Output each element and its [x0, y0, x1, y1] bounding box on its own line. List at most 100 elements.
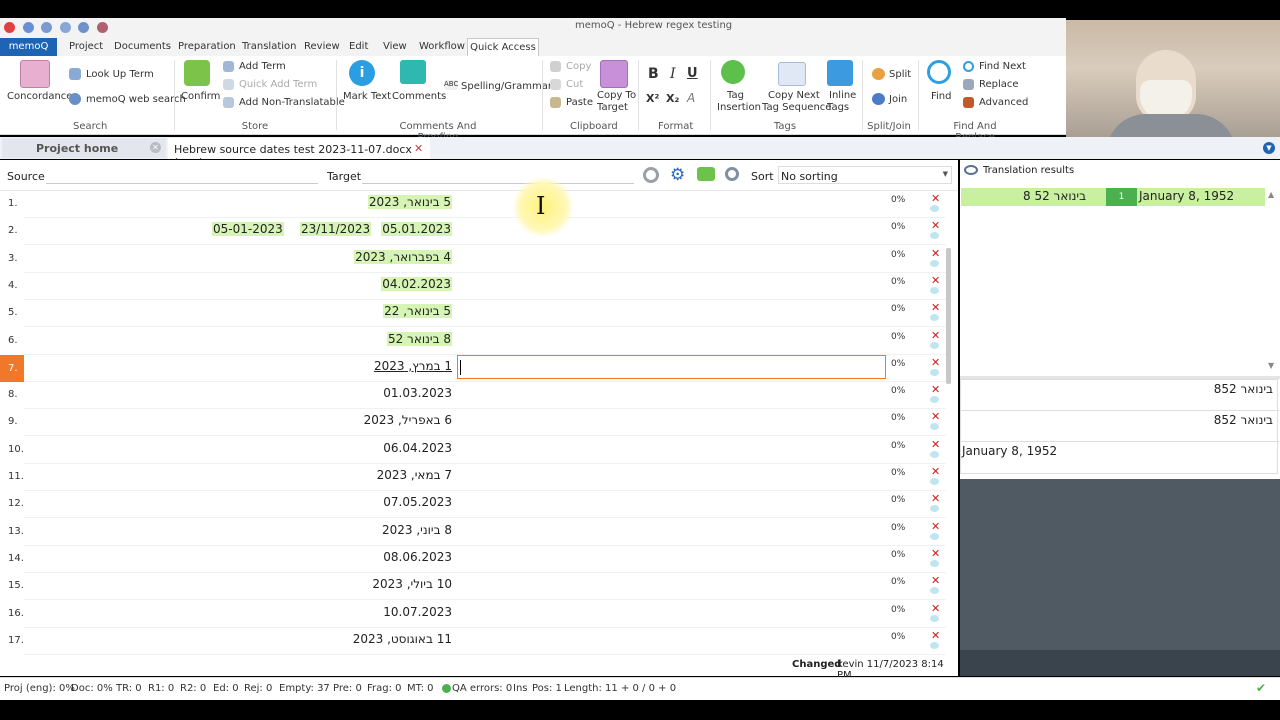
underline-button[interactable]: U: [687, 66, 698, 81]
segment-row[interactable]: 1. 5 בינואר, 2023 0% ✕: [0, 191, 958, 218]
quick-access-icon[interactable]: [96, 22, 108, 33]
italic-button[interactable]: I: [670, 66, 676, 82]
replace-button[interactable]: Replace: [979, 79, 1019, 90]
source-segment[interactable]: 05.01.2023: [381, 222, 452, 237]
not-confirmed-icon[interactable]: ✕: [931, 383, 940, 396]
comment-icon[interactable]: [930, 341, 939, 349]
add-term-button[interactable]: Add Term: [239, 61, 286, 72]
not-confirmed-icon[interactable]: ✕: [931, 574, 940, 587]
source-segment[interactable]: 07.05.2023: [383, 495, 452, 509]
source-segment[interactable]: 01.03.2023: [383, 386, 452, 400]
tag-insertion-button[interactable]: Tag: [727, 90, 744, 101]
target-filter-input[interactable]: [362, 167, 634, 184]
not-confirmed-icon[interactable]: ✕: [931, 438, 940, 451]
menu-documents[interactable]: Documents: [114, 41, 171, 52]
segment-row[interactable]: 12. 07.05.2023 0% ✕: [0, 491, 958, 519]
sort-select[interactable]: No sorting ▼: [778, 166, 952, 184]
source-segment[interactable]: 10.07.2023: [383, 605, 452, 619]
concordance-button[interactable]: Concordance: [7, 91, 72, 102]
not-confirmed-icon[interactable]: ✕: [931, 465, 940, 478]
source-segment[interactable]: 06.04.2023: [383, 441, 452, 455]
target-segment[interactable]: [457, 246, 886, 273]
join-button[interactable]: Join: [889, 94, 907, 105]
segment-row[interactable]: 14. 08.06.2023 0% ✕: [0, 546, 958, 573]
target-segment[interactable]: [457, 601, 886, 628]
target-segment[interactable]: [457, 382, 886, 409]
mark-text-button[interactable]: Mark Text: [343, 91, 391, 102]
not-confirmed-icon[interactable]: ✕: [931, 192, 940, 205]
comment-icon[interactable]: [930, 314, 939, 322]
grid-scrollbar[interactable]: [946, 248, 951, 384]
comment-icon[interactable]: [930, 450, 939, 458]
copy-to-target-button[interactable]: Copy To: [597, 90, 636, 101]
comment-icon[interactable]: [930, 423, 939, 431]
comment-icon[interactable]: [930, 368, 939, 376]
segment-row[interactable]: 9. 6 באפריל, 2023 0% ✕: [0, 409, 958, 437]
menu-quick-access[interactable]: Quick Access: [467, 38, 539, 57]
web-search-button[interactable]: memoQ web search: [86, 94, 186, 105]
source-segment[interactable]: 8 ביוני, 2023: [382, 523, 452, 537]
comment-icon[interactable]: [930, 587, 939, 595]
target-editor-active[interactable]: [457, 355, 886, 379]
look-up-term-button[interactable]: Look Up Term: [86, 69, 154, 80]
source-segment[interactable]: 4 בפברואר, 2023: [354, 249, 452, 264]
source-segment[interactable]: 08.06.2023: [383, 550, 452, 564]
chevron-down-icon[interactable]: ▼: [1263, 142, 1275, 154]
comment-icon[interactable]: [930, 205, 939, 212]
source-segment[interactable]: 8 בינואר 52: [386, 331, 452, 346]
not-confirmed-icon[interactable]: ✕: [931, 219, 940, 232]
comment-icon[interactable]: [930, 286, 939, 294]
scroll-up-icon[interactable]: ▲: [1268, 190, 1274, 199]
menu-preparation[interactable]: Preparation: [178, 41, 236, 52]
find-next-button[interactable]: Find Next: [979, 61, 1026, 72]
copy-button[interactable]: Copy: [566, 61, 591, 72]
not-confirmed-icon[interactable]: ✕: [931, 301, 940, 314]
add-filter-icon[interactable]: [697, 167, 715, 181]
save-icon[interactable]: [22, 22, 34, 33]
segment-row[interactable]: 16. 10.07.2023 0% ✕: [0, 601, 958, 628]
target-segment[interactable]: [457, 464, 886, 491]
result-hit-row[interactable]: 8 בינואר 52 1 January 8, 1952: [961, 188, 1265, 206]
target-segment[interactable]: [457, 546, 886, 573]
not-confirmed-icon[interactable]: ✕: [931, 520, 940, 533]
close-icon[interactable]: ✕: [150, 142, 161, 153]
source-segment[interactable]: 5 בינואר, 22: [383, 304, 452, 319]
comment-icon[interactable]: [930, 559, 939, 567]
target-segment[interactable]: [457, 491, 886, 518]
menu-edit[interactable]: Edit: [349, 41, 368, 52]
comment-icon[interactable]: [930, 614, 939, 622]
search-icon[interactable]: [725, 167, 739, 181]
menu-review[interactable]: Review: [304, 41, 340, 52]
segment-row[interactable]: 6. 8 בינואר 52 0% ✕: [0, 328, 958, 355]
target-segment[interactable]: [457, 437, 886, 464]
not-confirmed-icon[interactable]: ✕: [931, 602, 940, 615]
split-button[interactable]: Split: [889, 69, 911, 80]
not-confirmed-icon[interactable]: ✕: [931, 274, 940, 287]
not-confirmed-icon[interactable]: ✕: [931, 247, 940, 260]
target-segment[interactable]: [457, 628, 886, 655]
superscript-button[interactable]: X²: [646, 92, 659, 105]
menu-workflow[interactable]: Workflow: [419, 41, 465, 52]
close-icon[interactable]: ✕: [414, 142, 423, 155]
segment-row[interactable]: 17. 11 באוגוסט, 2023 0% ✕: [0, 628, 958, 655]
comment-icon[interactable]: [930, 396, 939, 404]
source-segment[interactable]: 6 באפריל, 2023: [364, 413, 452, 427]
clear-format-button[interactable]: A: [687, 91, 695, 105]
bold-button[interactable]: B: [648, 66, 659, 82]
source-segment[interactable]: 7 במאי, 2023: [377, 468, 452, 482]
filter-icon[interactable]: [643, 167, 659, 183]
spelling-grammar-button[interactable]: Spelling/Grammar: [461, 81, 552, 92]
source-segment[interactable]: 1 במרץ, 2023: [374, 359, 452, 373]
comment-icon[interactable]: [930, 478, 939, 485]
not-confirmed-icon[interactable]: ✕: [931, 329, 940, 342]
target-segment[interactable]: [457, 273, 886, 300]
not-confirmed-icon[interactable]: ✕: [931, 356, 940, 369]
gear-icon[interactable]: ⚙: [670, 166, 685, 184]
confirm-button[interactable]: Confirm: [181, 91, 220, 102]
source-segment[interactable]: 04.02.2023: [381, 276, 452, 291]
segment-row[interactable]: 2. 05.01.2023 23/11/2023 05-01-2023 0% ✕: [0, 218, 958, 246]
tab-document[interactable]: Hebrew source dates test 2023-11-07.docx…: [168, 138, 430, 169]
comment-icon[interactable]: [930, 259, 939, 267]
comment-icon[interactable]: [930, 505, 939, 513]
not-confirmed-icon[interactable]: ✕: [931, 547, 940, 560]
